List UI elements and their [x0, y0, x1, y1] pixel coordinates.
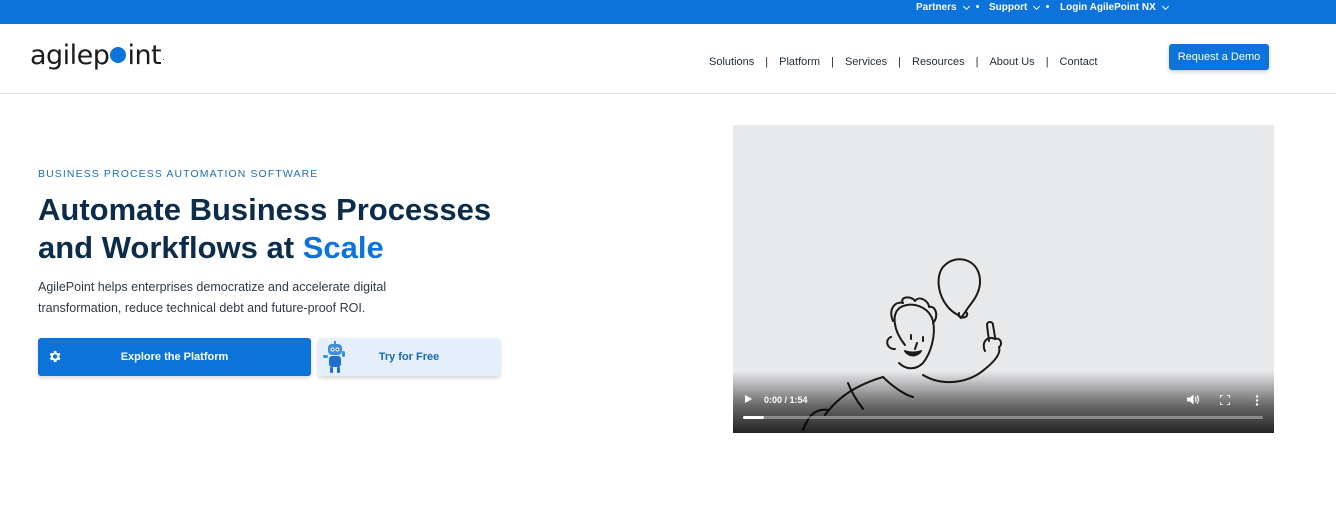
nav-resources[interactable]: Resources — [912, 56, 965, 68]
nav-about-us[interactable]: About Us — [989, 56, 1034, 68]
gear-icon — [49, 350, 61, 363]
video-current-time: 0:00 — [764, 395, 783, 405]
logo-text-start: agilep — [30, 40, 110, 71]
topbar-login-menu[interactable]: Login AgilePoint NX — [1060, 0, 1169, 24]
hero-video-player[interactable]: 0:00 / 1:54 — [733, 125, 1274, 433]
agilepoint-logo[interactable]: agilep int. — [30, 40, 165, 71]
logo-reg-mark: . — [162, 53, 165, 62]
top-utility-bar: Partners Support Login AgilePoint NX — [0, 0, 1336, 24]
topbar-partners-menu[interactable]: Partners — [916, 0, 970, 24]
nav-separator: | — [765, 56, 769, 68]
video-time-separator: / — [782, 395, 790, 405]
nav-separator: | — [831, 56, 834, 68]
topbar-support-label: Support — [989, 2, 1028, 13]
request-demo-button[interactable]: Request a Demo — [1169, 44, 1269, 70]
hero-eyebrow: BUSINESS PROCESS AUTOMATION SOFTWARE — [38, 168, 319, 180]
explore-platform-button[interactable]: Explore the Platform — [38, 338, 311, 376]
robot-mascot-icon — [323, 341, 345, 373]
hero-lead-text: AgilePoint helps enterprises democratize… — [38, 280, 387, 315]
video-progress-track[interactable] — [743, 416, 1263, 419]
nav-separator: | — [898, 56, 901, 68]
hero-headline: Automate Business Processes and Workflow… — [38, 191, 558, 267]
try-for-free-button[interactable]: Try for Free — [318, 338, 500, 376]
nav-services[interactable]: Services — [845, 56, 887, 68]
headline-line-1: Automate Business Processes — [38, 192, 492, 227]
site-header: agilep int. Solutions | Platform | Servic… — [0, 24, 1336, 94]
topbar-separator-dot — [1046, 5, 1049, 8]
nav-separator: | — [975, 56, 979, 68]
explore-platform-label: Explore the Platform — [120, 351, 229, 363]
chevron-down-icon — [1033, 2, 1041, 11]
main-nav: Solutions | Platform | Services | Resour… — [709, 56, 1097, 68]
logo-text-end: int — [127, 40, 162, 71]
topbar-partners-label: Partners — [916, 2, 957, 13]
chevron-down-icon — [962, 2, 970, 11]
play-icon[interactable] — [745, 395, 752, 403]
video-duration: 1:54 — [789, 395, 808, 405]
headline-accent: Scale — [302, 230, 384, 265]
topbar-login-label: Login AgilePoint NX — [1060, 2, 1156, 13]
video-time: 0:00 / 1:54 — [764, 395, 808, 405]
topbar-separator-dot — [976, 5, 979, 8]
fullscreen-icon[interactable] — [1220, 395, 1230, 405]
nav-solutions[interactable]: Solutions — [709, 56, 754, 68]
volume-icon[interactable] — [1187, 394, 1199, 405]
headline-line-2: and Workflows at — [38, 230, 303, 265]
more-options-icon[interactable] — [1255, 395, 1259, 406]
topbar-support-menu[interactable]: Support — [989, 0, 1041, 24]
video-progress-fill — [743, 416, 764, 419]
nav-separator: | — [1045, 56, 1049, 68]
logo-o-dot-icon — [110, 47, 127, 63]
nav-platform[interactable]: Platform — [779, 56, 820, 68]
nav-contact[interactable]: Contact — [1060, 56, 1098, 68]
chevron-down-icon — [1161, 2, 1169, 11]
